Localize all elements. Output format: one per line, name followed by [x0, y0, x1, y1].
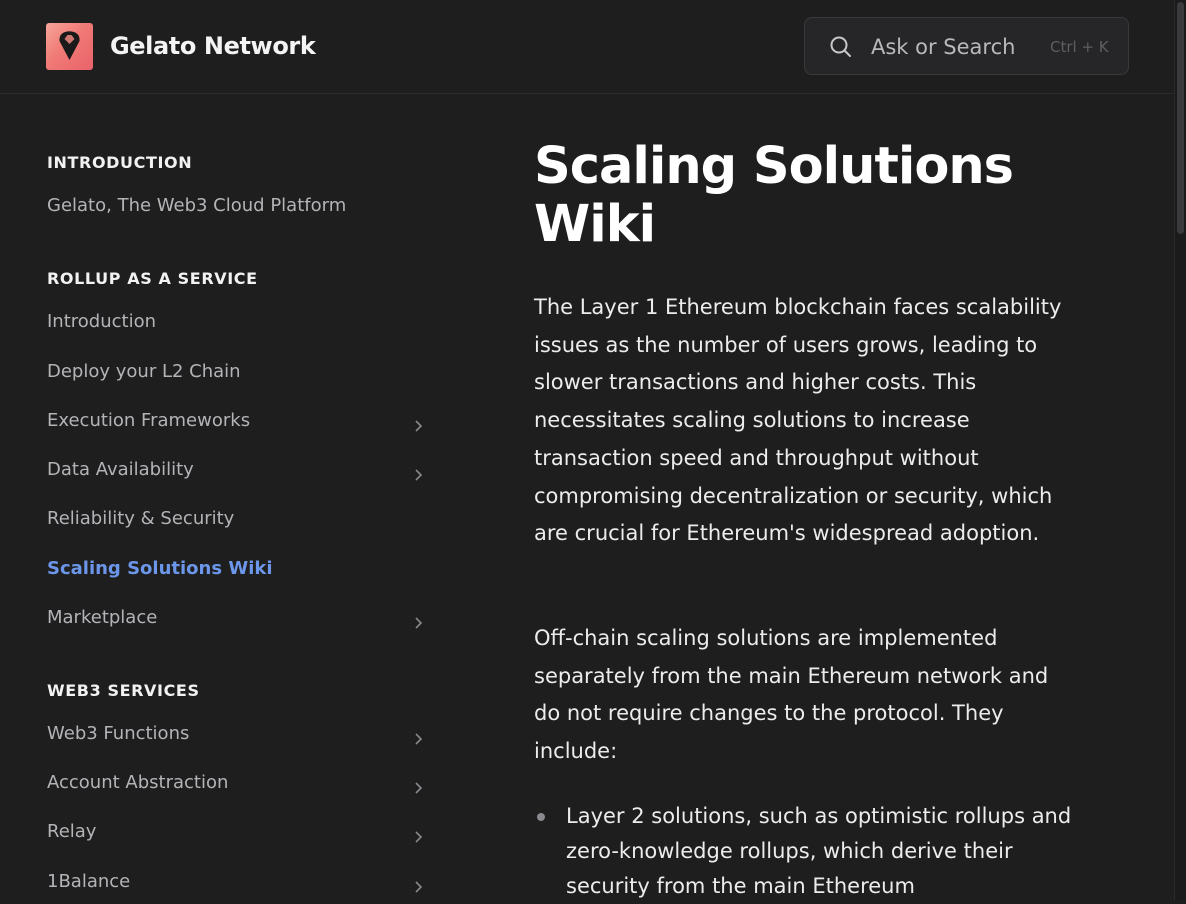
chevron-right-icon[interactable] — [413, 463, 423, 491]
search-box[interactable]: Ask or Search Ctrl + K — [804, 17, 1129, 75]
chevron-right-icon[interactable] — [413, 414, 423, 442]
content-paragraph: The Layer 1 Ethereum blockchain faces sc… — [534, 295, 1062, 546]
sidebar-item-label: Deploy your L2 Chain — [47, 361, 241, 382]
sidebar-item-marketplace[interactable]: Marketplace — [47, 604, 427, 632]
chevron-right-icon[interactable] — [413, 611, 423, 639]
sidebar-item-web3-functions[interactable]: Web3 Functions — [47, 720, 427, 748]
chevron-right-icon[interactable] — [413, 875, 423, 903]
chevron-right-icon[interactable] — [413, 727, 423, 755]
gelato-logo-icon[interactable] — [46, 23, 93, 70]
sidebar-item-relay[interactable]: Relay — [47, 818, 427, 846]
sidebar-item-label: Web3 Functions — [47, 723, 190, 744]
content-paragraph: Off-chain scaling solutions are implemen… — [534, 626, 1049, 764]
sidebar-nav: INTRODUCTION Gelato, The Web3 Cloud Plat… — [0, 94, 470, 900]
chevron-right-icon[interactable] — [413, 776, 423, 804]
search-icon — [829, 35, 853, 63]
sidebar-item-label: Account Abstraction — [47, 772, 229, 793]
search-placeholder: Ask or Search — [871, 35, 1016, 59]
sidebar-item-label: Execution Frameworks — [47, 410, 251, 431]
sidebar-heading-rollup-as-a-service: ROLLUP AS A SERVICE — [47, 269, 258, 288]
bullet-icon — [537, 813, 545, 821]
sidebar-item-label: Data Availability — [47, 459, 194, 480]
sidebar-heading-web3-services: WEB3 SERVICES — [47, 681, 200, 700]
sidebar-item-label: 1Balance — [47, 871, 131, 892]
search-shortcut-hint: Ctrl + K — [1050, 38, 1109, 56]
sidebar-item-label: Reliability & Security — [47, 508, 235, 529]
sidebar-item-label: Scaling Solutions Wiki — [47, 558, 273, 579]
sidebar-item-introduction[interactable]: Introduction — [47, 308, 427, 336]
sidebar-item-label: Relay — [47, 821, 97, 842]
top-header: Gelato Network Ask or Search Ctrl + K — [0, 0, 1174, 94]
sidebar-item-reliability-security[interactable]: Reliability & Security — [47, 505, 427, 533]
sidebar-item-data-availability[interactable]: Data Availability — [47, 456, 427, 484]
page-scrollbar[interactable] — [1174, 0, 1186, 900]
sidebar-item-execution-frameworks[interactable]: Execution Frameworks — [47, 407, 427, 435]
sidebar-item-label: Gelato, The Web3 Cloud Platform — [47, 195, 347, 216]
sidebar-item-1balance[interactable]: 1Balance — [47, 868, 427, 896]
sidebar-item-gelato-web3-cloud-platform[interactable]: Gelato, The Web3 Cloud Platform — [47, 192, 427, 220]
sidebar-item-scaling-solutions-wiki[interactable]: Scaling Solutions Wiki — [47, 555, 427, 583]
sidebar-item-deploy-l2-chain[interactable]: Deploy your L2 Chain — [47, 358, 427, 386]
sidebar-item-account-abstraction[interactable]: Account Abstraction — [47, 769, 427, 797]
page-title: Scaling Solutions Wiki — [534, 137, 1014, 254]
brand-name[interactable]: Gelato Network — [110, 28, 316, 64]
sidebar-item-label: Introduction — [47, 311, 157, 332]
chevron-right-icon[interactable] — [413, 825, 423, 853]
scrollbar-thumb[interactable] — [1177, 2, 1184, 234]
sidebar-item-label: Marketplace — [47, 607, 158, 628]
sidebar-heading-introduction: INTRODUCTION — [47, 153, 193, 172]
list-item-text: Layer 2 solutions, such as optimistic ro… — [566, 804, 1072, 898]
